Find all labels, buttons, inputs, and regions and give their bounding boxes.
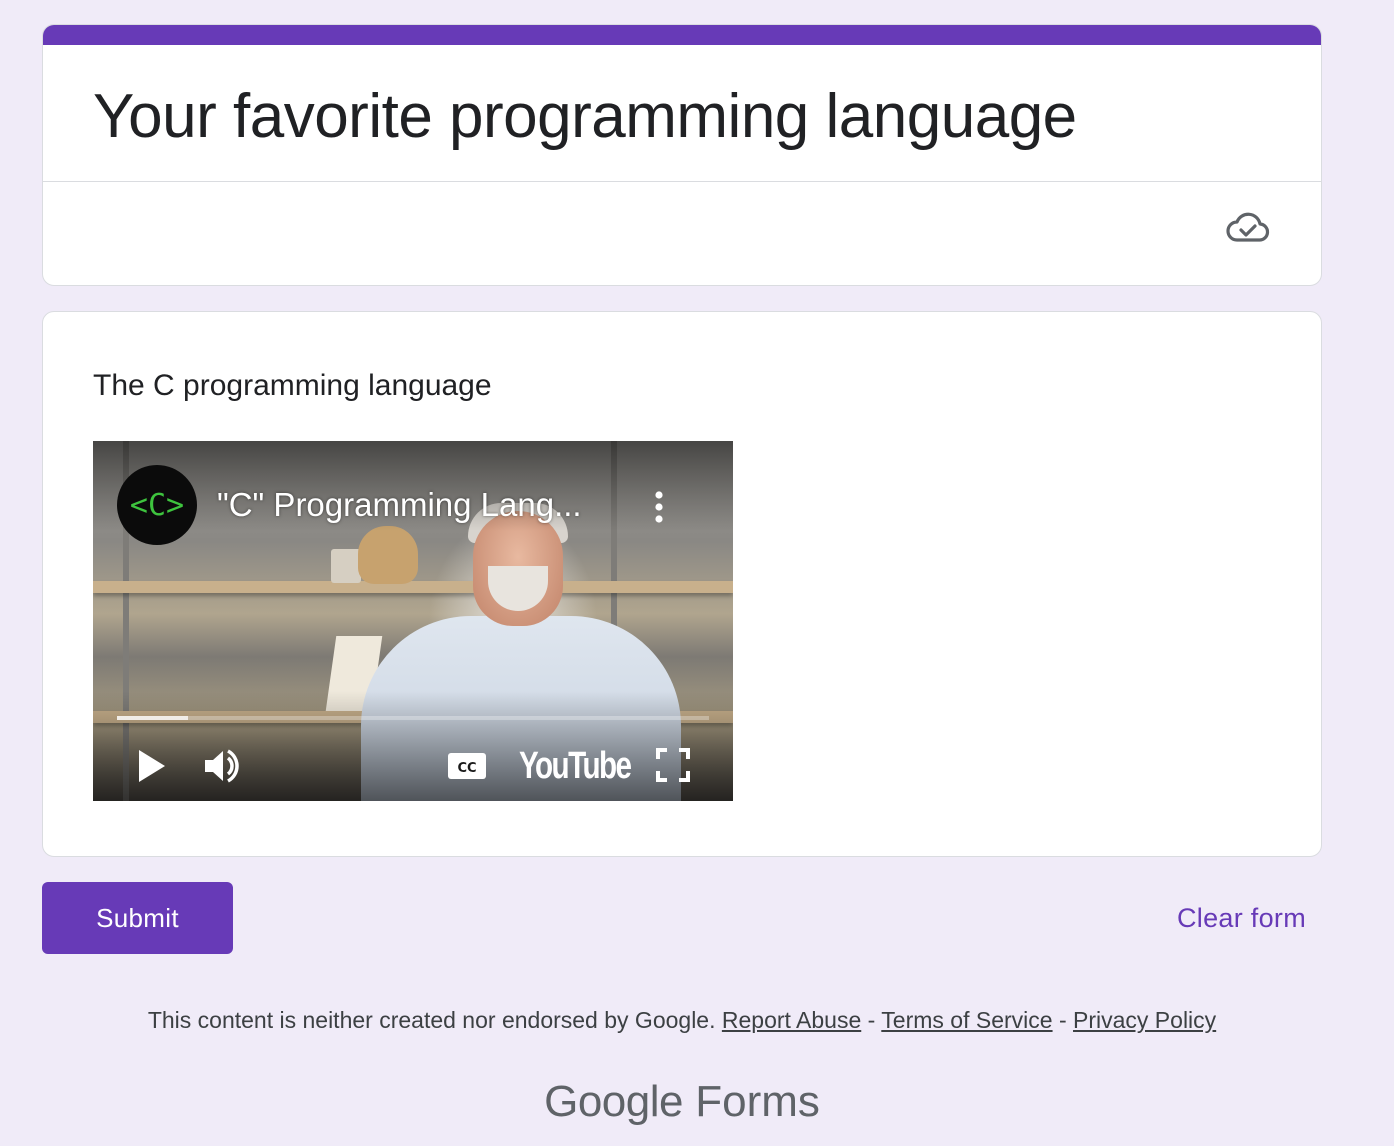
divider <box>43 181 1321 182</box>
brand-forms: Forms <box>695 1077 820 1126</box>
cloud-check-icon[interactable] <box>1226 211 1270 245</box>
report-abuse-link[interactable]: Report Abuse <box>722 1007 861 1033</box>
clear-form-button[interactable]: Clear form <box>1177 896 1306 940</box>
footer-separator: - <box>867 1007 876 1033</box>
video-title[interactable]: "C" Programming Lang... <box>217 485 582 525</box>
video-progress-bar[interactable] <box>117 716 709 720</box>
svg-text:<C>: <C> <box>130 488 184 523</box>
teddy-bear <box>358 526 418 584</box>
submit-button[interactable]: Submit <box>42 882 233 954</box>
bottom-gradient <box>93 691 733 801</box>
footer: This content is neither created nor endo… <box>0 1004 1364 1036</box>
mug <box>331 549 361 583</box>
more-options-icon[interactable] <box>649 489 669 525</box>
fullscreen-icon[interactable] <box>655 747 691 783</box>
footer-disclaimer: This content is neither created nor endo… <box>147 1007 716 1033</box>
volume-icon[interactable] <box>203 746 243 786</box>
channel-logo[interactable]: <C> <box>117 465 197 545</box>
item-title: The C programming language <box>93 369 492 402</box>
youtube-video-embed[interactable]: <C> "C" Programming Lang... CC YouTube <box>93 441 733 801</box>
footer-separator: - <box>1058 1007 1067 1033</box>
header-accent-bar <box>43 25 1321 45</box>
video-progress-fill <box>117 716 189 720</box>
youtube-logo[interactable]: YouTube <box>519 743 632 789</box>
brand-google: Google <box>544 1077 683 1126</box>
play-icon[interactable] <box>137 746 167 786</box>
channel-logo-icon: <C> <box>130 488 184 523</box>
svg-text:CC: CC <box>457 761 476 776</box>
captions-icon[interactable]: CC <box>447 751 487 781</box>
form-header-card: Your favorite programming language <box>42 24 1322 286</box>
form-title: Your favorite programming language <box>93 82 1077 151</box>
terms-of-service-link[interactable]: Terms of Service <box>881 1007 1052 1033</box>
shelf <box>93 581 733 593</box>
video-item-card: The C programming language <C> "C" Progr… <box>42 311 1322 857</box>
privacy-policy-link[interactable]: Privacy Policy <box>1073 1007 1216 1033</box>
google-forms-logo[interactable]: Google Forms <box>0 1074 1364 1130</box>
